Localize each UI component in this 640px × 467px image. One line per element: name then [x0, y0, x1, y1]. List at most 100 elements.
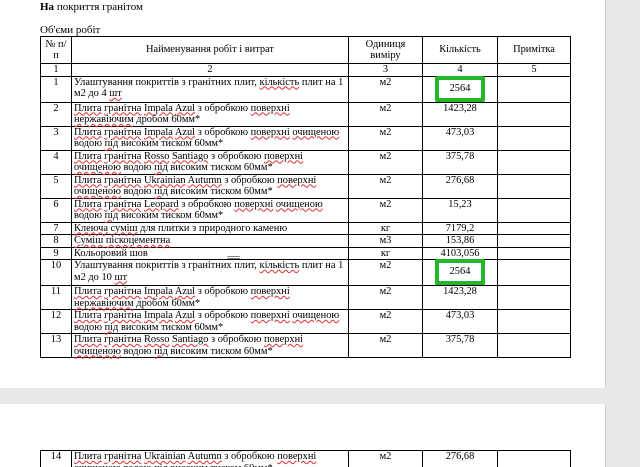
- row-unit: м2: [348, 197, 423, 223]
- quantity-highlight-box: 2564: [434, 259, 486, 285]
- row-quantity: 15,23: [422, 197, 498, 223]
- row-quantity: 7179,2: [422, 221, 498, 235]
- row-note: [497, 149, 571, 175]
- colnum-1: 1: [40, 63, 72, 77]
- page-edge: [605, 0, 606, 388]
- row-note: [497, 246, 571, 260]
- row-note: [497, 450, 571, 467]
- row-name: Улаштування покриттів з гранітних плит, …: [71, 75, 349, 103]
- table-row: 12 Плита гранітна Impala Azul з обробкою …: [40, 309, 571, 334]
- column-numbers-row: 1 2 3 4 5: [40, 63, 571, 77]
- row-unit: кг: [348, 246, 423, 260]
- document-page-2: 14 Плита гранітна Ukrainian Autumn з обро…: [0, 404, 606, 467]
- row-name: Плита гранітна Impala Azul з обробкою по…: [71, 285, 349, 310]
- row-note: [497, 333, 571, 358]
- row-note: [497, 173, 571, 199]
- colnum-2: 2: [71, 63, 349, 77]
- row-number: 1: [40, 75, 72, 103]
- row-quantity: 153,86: [422, 234, 498, 248]
- row-quantity: 375,78: [422, 149, 498, 175]
- row-name: Плита гранітна Ukrainian Autumn з обробк…: [71, 450, 349, 467]
- table-row: 7 Клеюча суміш для плитки з природного ка…: [40, 221, 571, 235]
- table-row: 14 Плита гранітна Ukrainian Autumn з обро…: [40, 450, 571, 467]
- table-row: 11 Плита гранітна Impala Azul з обробкою …: [40, 285, 571, 310]
- quantity-value: 2564: [449, 266, 471, 277]
- row-note: [497, 101, 571, 127]
- row-unit: м3: [348, 234, 423, 248]
- row-quantity: 276,68: [422, 450, 498, 467]
- row-unit: м2: [348, 125, 423, 151]
- table-row: 10 Улаштування покриттів з гранітних плит…: [40, 253, 571, 286]
- header-name: Найменування робіт і витрат: [71, 36, 349, 64]
- row-name: Клеюча суміш для плитки з природного кам…: [71, 221, 349, 235]
- row-number: 4: [40, 149, 72, 175]
- colnum-5: 5: [497, 63, 571, 77]
- row-note: [497, 234, 571, 248]
- row-quantity: 1423,28: [422, 285, 498, 310]
- table-row: 2 Плита гранітна Impala Azul з обробкою п…: [40, 101, 571, 127]
- row-unit: м2: [348, 101, 423, 127]
- quantity-highlight-box: 2564: [434, 75, 486, 102]
- row-number: 12: [40, 309, 72, 334]
- row-note: [497, 221, 571, 235]
- colnum-3: 3: [348, 63, 423, 77]
- row-name: Суміш піскоцементна: [71, 234, 349, 248]
- row-name: Плита гранітна Impala Azul з обробкою по…: [71, 101, 349, 127]
- table-row: 4 Плита гранітна Rosso Santiago з обробко…: [40, 149, 571, 175]
- row-note: [497, 259, 571, 286]
- row-name: Плита гранітна Rosso Santiago з обробкою…: [71, 149, 349, 175]
- row-unit: м2: [348, 309, 423, 334]
- row-name: Плита гранітна Impala Azul з обробкою по…: [71, 309, 349, 334]
- works-table: № п/п Найменування робіт і витрат Одиниц…: [40, 36, 571, 358]
- row-note: [497, 309, 571, 334]
- header-unit: Одиниця виміру: [348, 36, 423, 64]
- row-number: 8: [40, 234, 72, 248]
- row-unit: кг: [348, 221, 423, 235]
- row-quantity: 473,03: [422, 125, 498, 151]
- heading-rest: покриття гранітом: [54, 1, 143, 13]
- row-note: [497, 197, 571, 223]
- row-number: 11: [40, 285, 72, 310]
- heading-bold: На: [40, 1, 55, 13]
- works-table-continued: 14 Плита гранітна Ukrainian Autumn з обро…: [40, 450, 571, 467]
- document-heading: На покриття гранітом: [40, 1, 143, 13]
- row-number: 2: [40, 101, 72, 127]
- row-note: [497, 285, 571, 310]
- row-number: 9: [40, 246, 72, 260]
- row-unit: м2: [348, 173, 423, 199]
- row-quantity: 375,78: [422, 333, 498, 358]
- row-unit: м2: [348, 259, 423, 286]
- quantity-value: 2564: [449, 82, 471, 94]
- table-row: 3 Плита гранітна Impala Azul з обробкою п…: [40, 125, 571, 151]
- row-number: 14: [40, 450, 72, 467]
- table-header-row: № п/п Найменування робіт і витрат Одиниц…: [40, 36, 571, 64]
- row-quantity: 276,68: [422, 173, 498, 199]
- row-name: Плита гранітна Impala Azul з обробкою по…: [71, 125, 349, 151]
- row-unit: м2: [348, 149, 423, 175]
- table-row: 1 Улаштування покриттів з гранітних плит,…: [40, 75, 571, 103]
- row-quantity: 473,03: [422, 309, 498, 334]
- table-row: 6 Плита гранітна Leopard з обробкою повер…: [40, 197, 571, 223]
- table-body-continued: 14 Плита гранітна Ukrainian Autumn з обро…: [40, 450, 571, 467]
- separator-mark: ===: [227, 253, 240, 263]
- row-name: Плита гранітна Ukrainian Autumn з обробк…: [71, 173, 349, 199]
- row-number: 13: [40, 333, 72, 358]
- header-qty: Кількість: [422, 36, 498, 64]
- row-quantity: 2564: [422, 75, 498, 103]
- table-row: 9 Кольоровий шов кг 4103,056: [40, 246, 571, 260]
- row-name: Плита гранітна Leopard з обробкою поверх…: [71, 197, 349, 223]
- row-quantity: 2564: [422, 259, 498, 286]
- header-note: Примітка: [497, 36, 571, 64]
- document-page-1: На покриття гранітом Об'єми робіт № п/п …: [0, 0, 606, 388]
- row-unit: м2: [348, 450, 423, 467]
- row-number: 3: [40, 125, 72, 151]
- row-number: 7: [40, 221, 72, 235]
- colnum-4: 4: [422, 63, 498, 77]
- row-number: 5: [40, 173, 72, 199]
- row-unit: м2: [348, 75, 423, 103]
- page-edge: [605, 404, 606, 467]
- row-number: 6: [40, 197, 72, 223]
- row-name: Кольоровий шов: [71, 246, 349, 260]
- row-name: Улаштування покриттів з гранітних плит, …: [71, 253, 349, 286]
- table-row: 5 Плита гранітна Ukrainian Autumn з оброб…: [40, 173, 571, 199]
